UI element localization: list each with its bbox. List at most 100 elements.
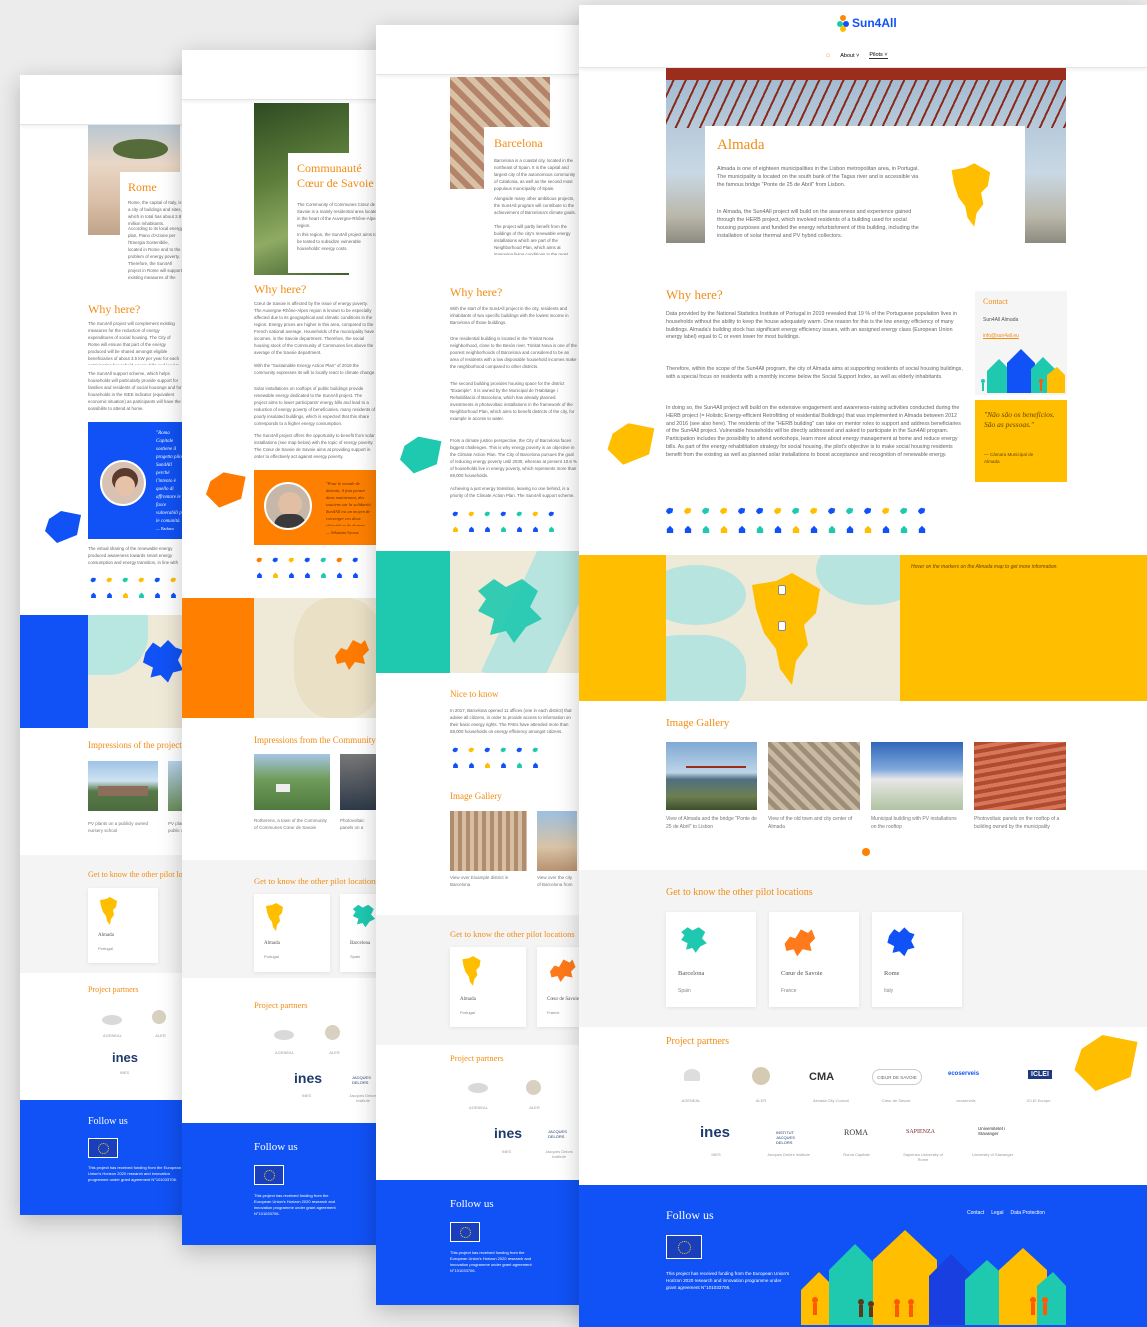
gallery-pagination-dot[interactable] xyxy=(862,848,870,856)
pilot-card-rome[interactable]: Rome Italy xyxy=(872,912,962,1007)
footer-link-data-protection[interactable]: Data Protection xyxy=(1010,1210,1044,1216)
savoie-why-3: Solar installations on rooftops of publi… xyxy=(254,386,376,426)
eu-flag-icon xyxy=(254,1165,284,1185)
gallery-title: Image Gallery xyxy=(666,717,730,729)
pilot-card-barcelona[interactable]: Barcelona Spain xyxy=(666,912,756,1007)
contact-title: Contact xyxy=(983,297,1008,306)
partner-logo-stavanger[interactable]: Universitetet i Stavanger xyxy=(978,1126,1018,1136)
pilot-card-almada[interactable]: Almada Portugal xyxy=(450,947,526,1027)
quote-box: "Não são os benefícios. São as pessoas."… xyxy=(975,400,1067,482)
partner-label: INES xyxy=(711,1152,721,1157)
partner-logo-delors[interactable]: JACQUES DELORS xyxy=(352,1075,377,1085)
partners-row-2: ines INSTITUT JACQUES DELORS ROMA SAPIEN… xyxy=(666,1120,1066,1170)
partner-label: INES xyxy=(119,1070,130,1075)
partner-logo-roma[interactable]: ROMA xyxy=(844,1128,868,1137)
impression-photo[interactable] xyxy=(88,761,158,811)
footer-link-contact[interactable]: Contact xyxy=(967,1210,984,1216)
avatar xyxy=(264,482,312,530)
partner-logo-ines[interactable]: ines xyxy=(112,1050,138,1065)
contact-name: Sun4All Almada xyxy=(983,317,1019,323)
gallery-photo[interactable] xyxy=(768,742,860,810)
gallery-photo[interactable] xyxy=(871,742,963,810)
brand-name: Sun4All xyxy=(852,16,897,30)
pilot-card-almada[interactable]: Almada Portugal xyxy=(88,888,158,963)
barcelona-intro-1: Barcelona is a coastal city, located in … xyxy=(494,158,576,191)
partner-logo-ageneal[interactable] xyxy=(684,1069,700,1081)
partner-logo-ines[interactable]: ines xyxy=(700,1124,730,1141)
pilot-card-almada[interactable]: Almada Portugal xyxy=(254,894,330,972)
rome-title: Rome xyxy=(128,180,157,194)
yellow-gem-decoration xyxy=(606,418,661,470)
map-side-band xyxy=(20,615,88,728)
home-icon[interactable]: ⌂ xyxy=(826,52,830,59)
impression-photo[interactable] xyxy=(254,754,330,810)
almada-map[interactable] xyxy=(666,555,900,701)
partners-row-1: CMA CŒUR DE SAVOIE ecoserveis ICLEI AGEN… xyxy=(666,1063,1066,1108)
eu-flag-icon xyxy=(88,1138,118,1158)
almada-quote-author: — Câmara Municipal de Almada xyxy=(984,452,1034,464)
barcelona-title: Barcelona xyxy=(494,136,543,150)
partner-logo-ines[interactable]: ines xyxy=(294,1070,322,1086)
site-logo[interactable]: Sun4All xyxy=(837,14,897,32)
barcelona-nice-title: Nice to know xyxy=(450,689,499,699)
map-side-band xyxy=(182,598,254,718)
barcelona-why-4: From a climate justice perspective, the … xyxy=(450,438,577,478)
rome-quote-box: "Roma Capitale sostiene il progetto pilo… xyxy=(88,422,186,539)
follow-title: Follow us xyxy=(88,1116,128,1127)
savoie-partners-title: Project partners xyxy=(254,1000,308,1010)
partner-label: Jacques Delors Institute xyxy=(349,1093,377,1103)
partner-logo-iclei[interactable]: ICLEI xyxy=(1028,1070,1052,1079)
almada-why-title: Why here? xyxy=(666,287,723,302)
partner-label: Almada City Council xyxy=(812,1098,849,1103)
nav-about[interactable]: About ˅ xyxy=(840,53,859,59)
barcelona-other-title: Get to know the other pilot locations xyxy=(450,929,575,939)
funding-note: This project has received funding from t… xyxy=(450,1250,532,1273)
impression-photo[interactable] xyxy=(340,754,380,810)
savoie-intro-2: In this region, the Sun4All project aims… xyxy=(297,232,377,251)
partner-label: INES xyxy=(301,1093,312,1098)
partner-logo-delors[interactable]: INSTITUT JACQUES DELORS xyxy=(776,1130,806,1145)
almada-why-3: In doing so, the Sun4All project will bu… xyxy=(666,405,961,458)
partner-logo-ecoserveis[interactable]: ecoserveis xyxy=(948,1071,979,1077)
nav-pilots[interactable]: Pilots ˅ xyxy=(869,52,888,59)
savoie-why-title: Why here? xyxy=(254,282,307,296)
funding-note: This project has received funding from t… xyxy=(666,1271,790,1290)
partner-logo-coeur-de-savoie[interactable]: CŒUR DE SAVOIE xyxy=(872,1069,922,1085)
barcelona-nice-1: In 2017, Barcelona opened 11 offices (on… xyxy=(450,708,572,734)
savoie-why-4: The Sun4All project offers the opportuni… xyxy=(254,433,375,459)
partner-label: ecoserveis xyxy=(956,1098,976,1103)
partner-logo-delors[interactable]: JACQUES DELORS xyxy=(548,1129,573,1139)
map-marker-icon[interactable] xyxy=(778,621,786,631)
almada-intro-1: Almada is one of eighteen municipalities… xyxy=(717,166,919,188)
rome-partners-title: Project partners xyxy=(88,985,139,994)
partner-logo-cma[interactable]: CMA xyxy=(809,1071,834,1083)
decorative-gem-row xyxy=(90,577,177,583)
partner-logo-ines[interactable]: ines xyxy=(494,1125,522,1141)
partner-label: Jacques Delors Institute xyxy=(545,1149,573,1159)
partner-logo-aler[interactable] xyxy=(752,1067,770,1085)
savoie-why-1: Cœur de Savoie is affected by the issue … xyxy=(254,301,375,355)
gallery-photo[interactable] xyxy=(666,742,757,810)
partner-label: ICLEI Europe xyxy=(1026,1098,1051,1103)
barcelona-intro-2: Alongside many other ambitious projects,… xyxy=(494,196,576,215)
partner-label: ALER xyxy=(755,1098,767,1103)
map-marker-icon[interactable] xyxy=(778,585,786,595)
decorative-house-row xyxy=(666,525,926,533)
pilot-card-savoie[interactable]: Cœur de Savoie France xyxy=(769,912,859,1007)
savoie-quote-author: — Sébastien Syrooz xyxy=(326,530,359,535)
almada-quote: "Não são os benefícios. São as pessoas." xyxy=(984,410,1055,429)
gallery-photo[interactable] xyxy=(974,742,1066,810)
savoie-why-2: With the "Sustainable Energy Action Plan… xyxy=(254,363,376,375)
footer-link-legal[interactable]: Legal xyxy=(991,1210,1003,1216)
barcelona-why-2: One residential building is located in t… xyxy=(450,336,577,369)
almada-map-shape xyxy=(748,569,828,689)
gallery-photo[interactable] xyxy=(450,811,527,871)
gallery-caption: View of the old town and city center of … xyxy=(768,816,853,830)
blue-gem-decoration xyxy=(44,507,86,547)
decorative-house-row xyxy=(452,762,539,768)
partner-logo-sapienza[interactable]: SAPIENZA xyxy=(906,1129,935,1135)
decorative-gem-row xyxy=(256,557,359,563)
gallery-photo[interactable] xyxy=(537,811,577,871)
map-hint: Hover on the markers on the Almada map t… xyxy=(911,564,1058,570)
contact-email-link[interactable]: info@sun4all.eu xyxy=(983,333,1019,339)
